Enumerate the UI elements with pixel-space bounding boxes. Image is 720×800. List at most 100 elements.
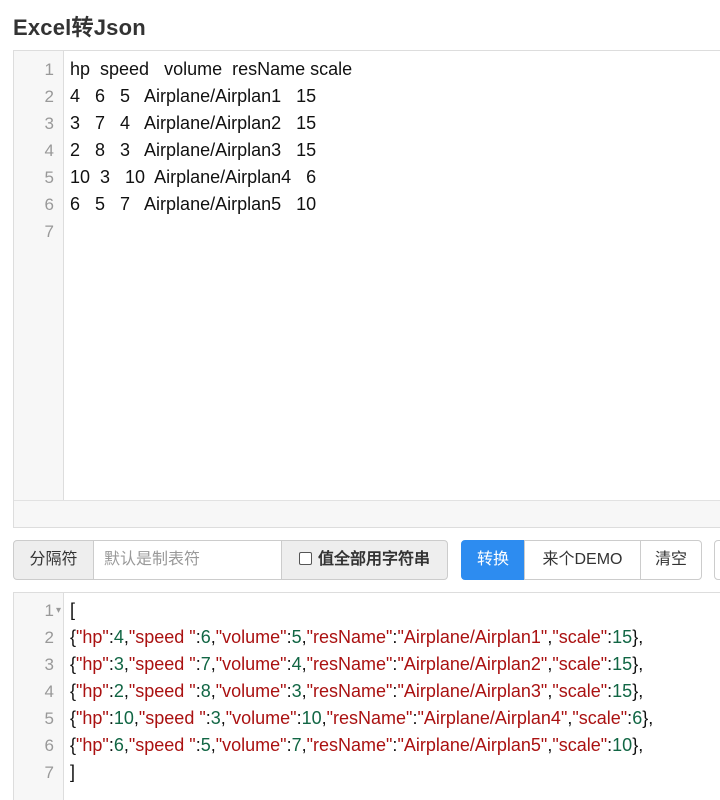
json-token: "speed " [138, 708, 206, 728]
line-number: 1 [44, 60, 54, 79]
json-token: 7 [200, 654, 211, 674]
all-string-toggle[interactable]: 值全部用字符串 [281, 540, 448, 580]
json-token: "resName" [326, 708, 413, 728]
convert-button[interactable]: 转换 [461, 540, 525, 580]
input-line: 3 3 7 4 Airplane/Airplan2 15 [14, 110, 720, 137]
json-token: 4 [291, 654, 302, 674]
json-token: 2 [113, 681, 124, 701]
extra-button[interactable] [714, 540, 720, 580]
json-token: "resName" [306, 627, 393, 647]
json-token: "hp" [76, 708, 109, 728]
input-line-text: 3 7 4 Airplane/Airplan2 15 [70, 113, 317, 133]
line-number: 5 [44, 168, 54, 187]
output-line-code: ] [70, 759, 75, 786]
json-token: "speed " [128, 627, 196, 647]
json-token: 15 [612, 681, 633, 701]
json-token: "hp" [76, 627, 109, 647]
input-line-text: 10 3 10 Airplane/Airplan4 6 [70, 167, 317, 187]
json-token: 15 [612, 654, 633, 674]
json-token: }, [632, 627, 644, 647]
output-line-code: {"hp":6,"speed ":5,"volume":7,"resName":… [70, 732, 643, 759]
json-token: ] [70, 762, 76, 782]
json-token: }, [632, 681, 644, 701]
line-number: 2 [44, 87, 54, 106]
json-token: "volume" [215, 735, 287, 755]
input-horizontal-scrollbar[interactable] [14, 500, 720, 527]
input-line-text: 2 8 3 Airplane/Airplan3 15 [70, 140, 317, 160]
json-token: }, [632, 735, 644, 755]
clear-button[interactable]: 清空 [640, 540, 702, 580]
line-number: 4 [44, 141, 54, 160]
json-token: 6 [200, 627, 211, 647]
output-line: 7] [14, 759, 720, 786]
input-line-text: 4 6 5 Airplane/Airplan1 15 [70, 86, 317, 106]
json-token: }, [632, 654, 644, 674]
json-token: "volume" [215, 627, 287, 647]
output-line: 5 {"hp":10,"speed ":3,"volume":10,"resNam… [14, 705, 720, 732]
output-line-code: {"hp":4,"speed ":6,"volume":5,"resName":… [70, 624, 643, 651]
output-line-code: [ [70, 597, 75, 624]
demo-button[interactable]: 来个DEMO [524, 540, 641, 580]
input-line: 5 10 3 10 Airplane/Airplan4 6 [14, 164, 720, 191]
line-number: 6 [44, 195, 54, 214]
page-title: Excel转Json [13, 15, 146, 40]
json-token: "resName" [306, 654, 393, 674]
json-token: 3 [291, 681, 302, 701]
input-line-text: 6 5 7 Airplane/Airplan5 10 [70, 194, 317, 214]
output-line: 6 {"hp":6,"speed ":5,"volume":7,"resName"… [14, 732, 720, 759]
json-token: "hp" [76, 654, 109, 674]
output-line-code: {"hp":2,"speed ":8,"volume":3,"resName":… [70, 678, 643, 705]
json-token: 7 [291, 735, 302, 755]
json-token: "resName" [306, 681, 393, 701]
output-line: 2 {"hp":4,"speed ":6,"volume":5,"resName"… [14, 624, 720, 651]
input-line: 1 hp speed volume resName scale [14, 56, 720, 83]
json-token: "scale" [572, 708, 628, 728]
json-token: Airplane/Airplan4 [423, 708, 561, 728]
output-line: 4 {"hp":2,"speed ":8,"volume":3,"resName"… [14, 678, 720, 705]
json-token: 5 [200, 735, 211, 755]
output-editor[interactable]: 1 ▾ [2 {"hp":4,"speed ":6,"volume":5,"resNa… [13, 592, 720, 800]
json-token: "hp" [76, 735, 109, 755]
json-token: "volume" [225, 708, 297, 728]
json-token: "volume" [215, 654, 287, 674]
input-line: 4 2 8 3 Airplane/Airplan3 15 [14, 137, 720, 164]
line-number: 4 [44, 682, 54, 701]
json-token: Airplane/Airplan3 [403, 681, 541, 701]
separator-input[interactable] [93, 540, 282, 580]
json-token: Airplane/Airplan1 [403, 627, 541, 647]
line-number: 7 [44, 222, 54, 241]
json-token: 5 [291, 627, 302, 647]
line-number: 6 [44, 736, 54, 755]
line-number: 3 [44, 114, 54, 133]
json-token: 4 [113, 627, 124, 647]
line-number: 7 [44, 763, 54, 782]
input-line: 7 [14, 218, 720, 245]
json-token: "scale" [552, 681, 608, 701]
fold-arrow-icon[interactable]: ▾ [56, 597, 61, 624]
all-string-checkbox[interactable] [298, 552, 312, 565]
json-token: [ [70, 600, 76, 620]
json-token: }, [642, 708, 654, 728]
input-line: 6 6 5 7 Airplane/Airplan5 10 [14, 191, 720, 218]
json-token: "scale" [552, 654, 608, 674]
json-token: "hp" [76, 681, 109, 701]
output-line: 3 {"hp":3,"speed ":7,"volume":4,"resName"… [14, 651, 720, 678]
all-string-label: 值全部用字符串 [317, 551, 430, 568]
json-token: "speed " [128, 681, 196, 701]
line-number: 5 [44, 709, 54, 728]
json-token: "resName" [306, 735, 393, 755]
json-token: 10 [612, 735, 633, 755]
json-token: 8 [200, 681, 211, 701]
json-token: 15 [612, 627, 633, 647]
json-token: "volume" [215, 681, 287, 701]
json-token: 6 [113, 735, 124, 755]
json-token: "scale" [552, 735, 608, 755]
json-token: 10 [113, 708, 134, 728]
json-token: 3 [210, 708, 221, 728]
json-token: 6 [632, 708, 643, 728]
line-number: 2 [44, 628, 54, 647]
output-line: 1 ▾ [ [14, 597, 720, 624]
json-token: "speed " [128, 735, 196, 755]
output-line-code: {"hp":3,"speed ":7,"volume":4,"resName":… [70, 651, 643, 678]
input-editor[interactable]: 1 hp speed volume resName scale 2 4 6 5 Air… [13, 50, 720, 528]
